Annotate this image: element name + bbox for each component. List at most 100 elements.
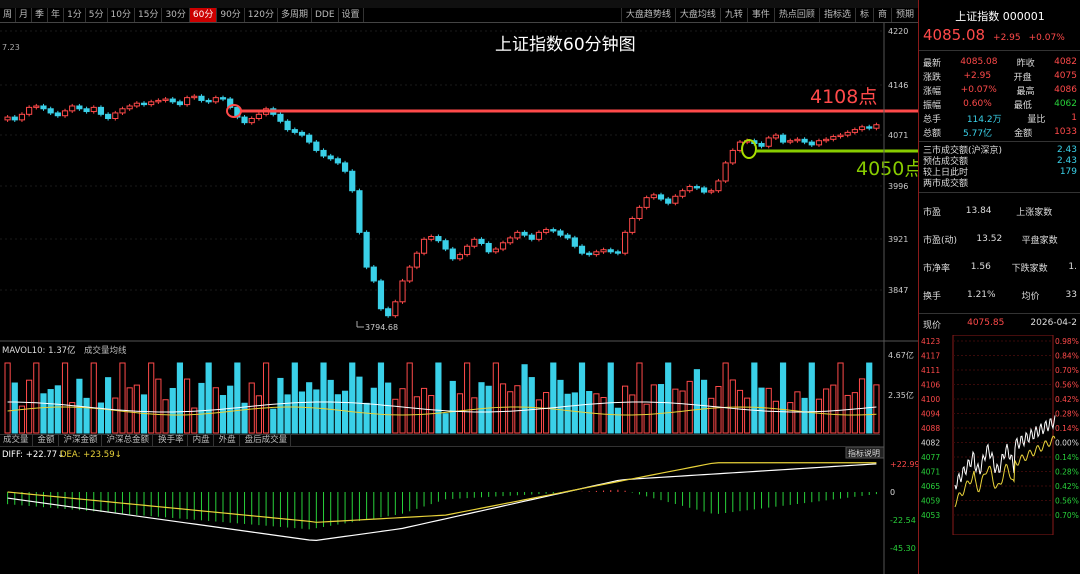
- candle-body: [715, 180, 722, 192]
- candle-body: [126, 105, 133, 110]
- timeframe-7[interactable]: 15分: [135, 8, 163, 22]
- chart-tool-2[interactable]: 九转: [719, 8, 747, 22]
- volume-bar: [105, 377, 112, 434]
- timeframe-8[interactable]: 30分: [162, 8, 190, 22]
- intraday-mini-chart[interactable]: 4123 0.98% 4117 0.84% 4111 0.70% 4106 0.56% 4100…: [919, 335, 1080, 535]
- volume-bar: [90, 362, 97, 434]
- indicator-tab-0[interactable]: 成交量: [0, 435, 33, 446]
- mini-tick-left: 4106: [921, 381, 940, 390]
- stat-cell: 1.: [1068, 262, 1077, 272]
- indicator-tab-2[interactable]: 沪深金额: [61, 435, 102, 446]
- timeframe-4[interactable]: 1分: [64, 8, 86, 22]
- timeframe-11[interactable]: 120分: [245, 8, 278, 22]
- candle-body: [47, 108, 54, 114]
- candle-body: [772, 134, 779, 139]
- candle-body: [794, 138, 801, 142]
- volume-bar: [435, 362, 442, 434]
- volume-bar: [866, 362, 873, 434]
- volume-bar: [492, 362, 499, 434]
- indicator-tab-6[interactable]: 外盘: [216, 435, 240, 446]
- candle-body: [26, 106, 33, 115]
- chart-tool-4[interactable]: 热点回顾: [773, 8, 819, 22]
- quote-cell: +2.95: [963, 71, 992, 81]
- timeframe-9[interactable]: 60分: [189, 8, 218, 22]
- stat-row: 市盈(动) 13.52 平盘家数: [923, 225, 1077, 253]
- volume-bar: [184, 378, 191, 434]
- timeframe-1[interactable]: 月: [16, 8, 33, 22]
- chart-tool-7[interactable]: 商: [872, 8, 891, 22]
- volume-bar: [578, 362, 586, 434]
- stat-cell: 市净率: [923, 263, 951, 274]
- volume-bar: [665, 362, 672, 434]
- candle-body: [866, 126, 873, 129]
- volume-bar: [341, 390, 349, 434]
- timeframe-5[interactable]: 5分: [86, 8, 108, 22]
- volume-bar: [622, 385, 629, 434]
- low-price-label: 3794.68: [365, 323, 398, 332]
- quote-row: 总额 5.77亿 金额 1033: [923, 125, 1077, 139]
- chart-tool-1[interactable]: 大盘均线: [674, 8, 720, 22]
- indicator-tab-bar: 成交量 金额 沪深金额 沪深总金额 换手率 内盘 外盘 盘后成交量: [0, 434, 880, 447]
- quote-cell: 量比: [1027, 114, 1046, 125]
- volume-bar: [219, 395, 227, 434]
- candle-body: [420, 238, 428, 254]
- candle-body: [830, 136, 837, 140]
- timeframe-12[interactable]: 多周期: [278, 8, 312, 22]
- timeframe-10[interactable]: 90分: [217, 8, 245, 22]
- timeframe-14[interactable]: 设置: [339, 8, 364, 22]
- chart-tool-8[interactable]: 预期: [890, 8, 918, 22]
- candle-body: [219, 97, 227, 100]
- candle-body: [133, 102, 140, 107]
- volume-bar: [478, 382, 485, 434]
- price-tick: 4146: [888, 81, 908, 90]
- volume-bar: [837, 362, 844, 434]
- quote-cell: +0.07%: [960, 85, 997, 95]
- main-chart-area[interactable]: 上证指数60分钟图 4108点 4050点 7.23 3794.68 4220 4…: [0, 23, 918, 574]
- chart-tool-3[interactable]: 事件: [746, 8, 774, 22]
- candle-body: [665, 198, 672, 204]
- timeframe-13[interactable]: DDE: [312, 8, 339, 22]
- candle-body: [413, 252, 420, 268]
- volume-bars: [4, 362, 880, 434]
- now-value: 4075.85: [967, 318, 1005, 328]
- mini-tick-left: 4088: [921, 424, 940, 433]
- chart-tool-6[interactable]: 标: [854, 8, 873, 22]
- candle-body: [528, 234, 535, 240]
- volume-bar: [4, 362, 11, 434]
- candle-body: [69, 105, 76, 112]
- quote-header: 上证指数 000001: [919, 0, 1080, 24]
- timeframe-0[interactable]: 周: [0, 8, 17, 22]
- volume-bar: [442, 413, 449, 434]
- volume-bar: [97, 402, 105, 434]
- price-tick: 3847: [888, 286, 908, 295]
- candle-body: [765, 137, 772, 147]
- indicator-tab-3[interactable]: 沪深总金额: [104, 435, 154, 446]
- volume-bar: [212, 387, 219, 434]
- stat-row: 换手 1.21% 均价 33: [923, 281, 1077, 309]
- indicator-tab-4[interactable]: 换手率: [155, 435, 188, 446]
- stat-cell: 1.21%: [966, 290, 996, 300]
- mini-tick-right: 0.42%: [1055, 482, 1079, 491]
- volume-bar: [363, 402, 370, 434]
- mini-tick-left: 4053: [921, 511, 940, 520]
- timeframe-3[interactable]: 年: [48, 8, 65, 22]
- candle-body: [485, 242, 492, 253]
- chart-tool-5[interactable]: 指标选: [818, 8, 855, 22]
- mini-tick-left: 4077: [921, 453, 940, 462]
- volume-bar: [298, 391, 306, 434]
- indicator-tab-7[interactable]: 盘后成交量: [242, 435, 292, 446]
- level-high-label: 4108点: [810, 86, 877, 108]
- indicator-tab-1[interactable]: 金额: [35, 435, 59, 446]
- timeframe-6[interactable]: 10分: [108, 8, 135, 22]
- chart-tool-0[interactable]: 大盘趋势线: [620, 8, 675, 22]
- volume-bar: [47, 389, 54, 434]
- candle-body: [844, 131, 851, 136]
- indicator-tab-5[interactable]: 内盘: [190, 435, 214, 446]
- candle-body: [33, 105, 40, 108]
- timeframe-2[interactable]: 季: [32, 8, 49, 22]
- annotation-arrows: [226, 104, 918, 159]
- candle-body: [557, 230, 564, 236]
- quote-cell: 4062: [1054, 99, 1077, 109]
- volume-bar: [550, 362, 557, 434]
- candle-body: [586, 252, 593, 256]
